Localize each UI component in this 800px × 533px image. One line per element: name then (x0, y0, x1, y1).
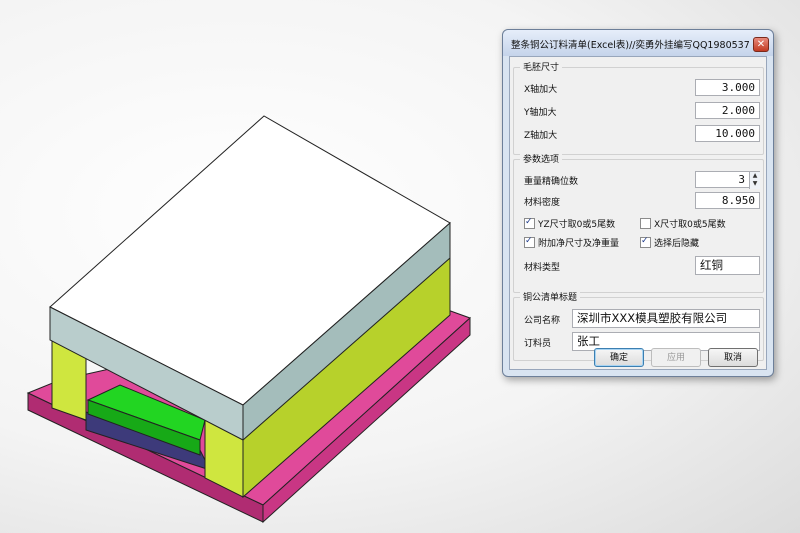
orderer-label: 订料员 (524, 339, 552, 349)
material-label: 材料类型 (524, 263, 561, 273)
density-field[interactable]: 8.950 (695, 192, 760, 209)
z-value-field[interactable]: 10.000 (695, 125, 760, 142)
dialog-title: 整条铜公订料清单(Excel表)//奕勇外挂编写QQ1980537 (511, 40, 750, 51)
blank-size-title: 毛胚尺寸 (520, 60, 563, 73)
company-label: 公司名称 (524, 316, 561, 326)
options-group: 参数选项 重量精确位数 3 ▲▼ 材料密度 8.950 YZ尺寸取0或5尾数 X… (513, 152, 764, 293)
x-round-label: X尺寸取0或5尾数 (654, 220, 726, 230)
hide-after-select-checkbox[interactable] (640, 236, 651, 248)
precision-spin[interactable]: ▲ ▼ (749, 172, 760, 189)
net-size-checkbox[interactable] (524, 236, 535, 248)
dialog-client: 毛胚尺寸 X轴加大 3.000 Y轴加大 2.000 Z轴加大 10.000 参… (509, 56, 767, 370)
ok-button[interactable]: 确定 (594, 348, 644, 367)
apply-button[interactable]: 应用 (651, 348, 701, 367)
yz-round-label: YZ尺寸取0或5尾数 (538, 220, 616, 230)
bom-dialog: 整条铜公订料清单(Excel表)//奕勇外挂编写QQ1980537 ✕ 毛胚尺寸… (502, 29, 774, 377)
header-title: 铜公清单标题 (520, 290, 581, 303)
z-label: Z轴加大 (524, 131, 558, 141)
blank-size-group: 毛胚尺寸 X轴加大 3.000 Y轴加大 2.000 Z轴加大 10.000 (513, 60, 764, 155)
y-value-field[interactable]: 2.000 (695, 102, 760, 119)
company-field[interactable]: 深圳市XXX模具塑胶有限公司 (572, 309, 760, 328)
precision-label: 重量精确位数 (524, 177, 579, 187)
close-icon[interactable]: ✕ (753, 37, 769, 52)
yz-round-checkbox[interactable] (524, 217, 535, 229)
cancel-button[interactable]: 取消 (708, 348, 758, 367)
hide-after-select-label: 选择后隐藏 (654, 239, 700, 249)
net-size-label: 附加净尺寸及净重量 (538, 239, 620, 249)
x-label: X轴加大 (524, 85, 558, 95)
options-title: 参数选项 (520, 152, 563, 165)
dialog-titlebar[interactable]: 整条铜公订料清单(Excel表)//奕勇外挂编写QQ1980537 ✕ (503, 30, 773, 56)
x-round-checkbox[interactable] (640, 218, 651, 229)
x-value-field[interactable]: 3.000 (695, 79, 760, 96)
material-field[interactable]: 红铜 (695, 256, 760, 275)
y-label: Y轴加大 (524, 108, 557, 118)
density-label: 材料密度 (524, 198, 561, 208)
